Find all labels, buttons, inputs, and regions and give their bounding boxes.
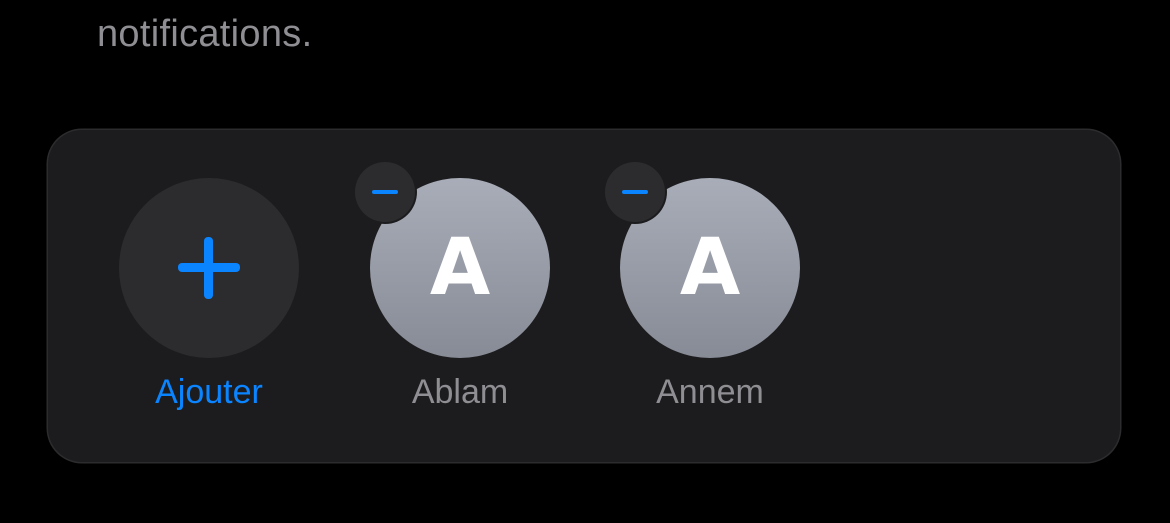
plus-icon	[178, 237, 240, 299]
add-label[interactable]: Ajouter	[99, 372, 319, 412]
remove-button[interactable]	[605, 162, 665, 222]
minus-icon	[622, 190, 648, 194]
avatar-initial: A	[429, 223, 491, 313]
favorites-card: Ajouter A Ablam A Annem	[48, 130, 1120, 462]
contact-item-annem[interactable]: A Annem	[605, 162, 800, 428]
add-button[interactable]	[119, 178, 299, 358]
contact-item-ablam[interactable]: A Ablam	[355, 162, 550, 428]
avatar-initial: A	[679, 223, 741, 313]
contact-name: Annem	[656, 373, 764, 411]
add-contact-item[interactable]: Ajouter	[119, 178, 299, 428]
contact-name: Ablam	[411, 373, 509, 411]
remove-button[interactable]	[355, 162, 415, 222]
section-footer-text: notifications.	[97, 13, 313, 55]
page: notifications. Ajouter A Ablam A Annem	[0, 0, 1170, 523]
minus-icon	[372, 190, 398, 194]
